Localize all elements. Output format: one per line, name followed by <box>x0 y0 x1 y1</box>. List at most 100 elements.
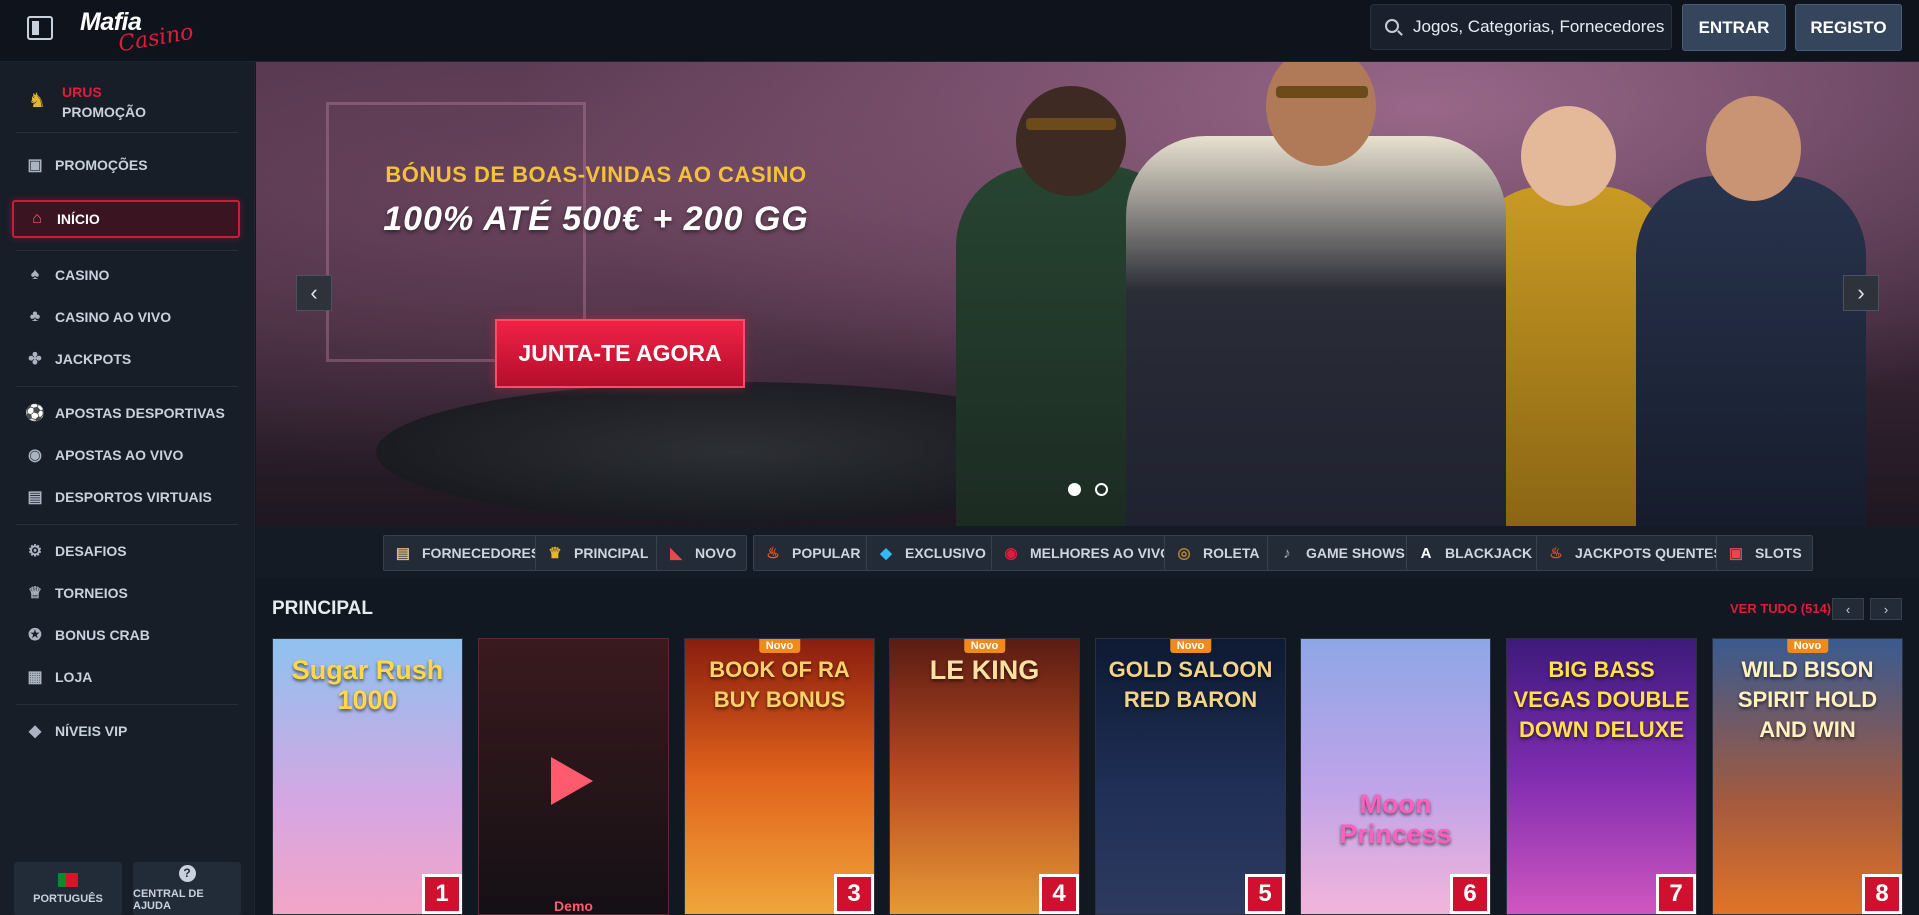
category-popular[interactable]: ♨ POPULAR <box>753 535 872 571</box>
sidebar-item-niveis-vip[interactable]: ◆ NÍVEIS VIP <box>12 712 240 750</box>
sidebar-item-inicio[interactable]: ⌂ INÍCIO <box>12 200 240 238</box>
category-fornecedores[interactable]: ▤ FORNECEDORES <box>383 535 552 571</box>
sidebar-item-bonus-crab[interactable]: ✪ BONUS CRAB <box>12 616 240 654</box>
sidebar-toggle-icon[interactable] <box>27 16 53 40</box>
sidebar-item-desportos-virtuais[interactable]: ▤ DESPORTOS VIRTUAIS <box>12 478 240 516</box>
category-novo[interactable]: ◣ NOVO <box>656 535 748 571</box>
demo-label[interactable]: Demo <box>479 898 668 914</box>
sidebar-item-label: LOJA <box>55 669 93 685</box>
game-rank: 7 <box>1656 874 1696 914</box>
hero-text: BÓNUS DE BOAS-VINDAS AO CASINO 100% ATÉ … <box>326 162 866 239</box>
football-icon: ⚽ <box>25 405 45 422</box>
game-title: LE KING <box>929 655 1040 685</box>
hero-character <box>1636 96 1866 526</box>
game-rank: 5 <box>1245 874 1285 914</box>
game-card[interactable]: Sugar Rush 1000 1 <box>272 638 463 915</box>
new-badge: Novo <box>963 639 1006 653</box>
category-game-shows[interactable]: ♪ GAME SHOWS <box>1267 535 1416 571</box>
sidebar-item-label: DESPORTOS VIRTUAIS <box>55 489 212 505</box>
category-exclusivo[interactable]: ◆ EXCLUSIVO <box>866 535 997 571</box>
slot-icon: ▣ <box>1728 545 1744 562</box>
chip-icon: ◉ <box>1004 545 1018 562</box>
sidebar-item-desafios[interactable]: ⚙ DESAFIOS <box>12 532 240 570</box>
microphone-icon: ♪ <box>1283 544 1291 562</box>
login-button[interactable]: ENTRAR <box>1682 4 1786 51</box>
game-card[interactable]: Demo <box>478 638 669 915</box>
promo-title: URUS <box>62 84 102 100</box>
sidebar-item-label: PROMOÇÕES <box>55 157 148 173</box>
category-label: NOVO <box>695 545 737 561</box>
category-slots[interactable]: ▣ SLOTS <box>1716 535 1813 571</box>
game-rank: 4 <box>1039 874 1079 914</box>
sidebar-divider <box>16 704 238 705</box>
hero-prev-arrow-icon[interactable]: ‹ <box>296 275 332 311</box>
spade-icon: ♠ <box>30 266 40 283</box>
virtual-icon: ▤ <box>27 489 43 506</box>
game-title: GOLD SALOON RED BARON <box>1108 657 1273 712</box>
gear-icon: ⚙ <box>27 543 43 560</box>
logo[interactable]: Mafia Casino <box>78 6 195 57</box>
category-principal[interactable]: ♛ PRINCIPAL <box>535 535 660 571</box>
diamond-icon: ◆ <box>28 723 42 740</box>
register-button[interactable]: REGISTO <box>1795 4 1902 51</box>
sidebar-item-label: INÍCIO <box>57 211 100 227</box>
sidebar-promo[interactable]: ♞ URUS PROMOÇÃO <box>24 78 244 124</box>
game-title: WILD BISON SPIRIT HOLD AND WIN <box>1737 657 1878 742</box>
search-box[interactable] <box>1370 4 1672 50</box>
category-jackpots-quentes[interactable]: ♨ JACKPOTS QUENTES <box>1536 535 1734 571</box>
sidebar-item-casino-ao-vivo[interactable]: ♣ CASINO AO VIVO <box>12 298 240 336</box>
play-icon <box>551 757 593 805</box>
help-icon: ? <box>178 865 196 882</box>
see-all-link[interactable]: VER TUDO (514) <box>1730 601 1831 616</box>
category-roleta[interactable]: ◎ ROLETA <box>1164 535 1271 571</box>
category-label: SLOTS <box>1755 545 1802 561</box>
games-prev-arrow-icon[interactable]: ‹ <box>1832 598 1864 620</box>
sidebar-item-apostas-ao-vivo[interactable]: ◉ APOSTAS AO VIVO <box>12 436 240 474</box>
game-card[interactable]: Moon Princess 6 <box>1300 638 1491 915</box>
sidebar-item-label: BONUS CRAB <box>55 627 150 643</box>
top-bar: Mafia Casino ENTRAR REGISTO <box>0 0 1919 62</box>
games-next-arrow-icon[interactable]: › <box>1870 598 1902 620</box>
crab-icon: ✪ <box>28 627 42 644</box>
sidebar-item-apostas-desportivas[interactable]: ⚽ APOSTAS DESPORTIVAS <box>12 394 240 432</box>
card-icon: A <box>1420 544 1432 562</box>
game-card[interactable]: BIG BASS VEGAS DOUBLE DOWN DELUXE 7 <box>1506 638 1697 915</box>
sidebar-item-casino[interactable]: ♠ CASINO <box>12 256 240 294</box>
help-center-button[interactable]: ? CENTRAL DE AJUDA <box>133 862 241 915</box>
clover-icon: ✤ <box>28 351 42 368</box>
new-badge: Novo <box>1786 639 1829 653</box>
search-input[interactable] <box>1411 5 1666 49</box>
hero-character <box>1126 62 1506 526</box>
shop-icon: ▦ <box>27 669 43 686</box>
hero-next-arrow-icon[interactable]: › <box>1843 275 1879 311</box>
help-label: CENTRAL DE AJUDA <box>133 888 204 912</box>
sidebar-item-label: TORNEIOS <box>55 585 128 601</box>
sidebar-divider <box>16 386 238 387</box>
category-melhores-ao-vivo[interactable]: ◉ MELHORES AO VIVO <box>991 535 1183 571</box>
sidebar-divider <box>16 524 238 525</box>
hero-banner[interactable]: BÓNUS DE BOAS-VINDAS AO CASINO 100% ATÉ … <box>256 62 1919 526</box>
sidebar-item-jackpots[interactable]: ✤ JACKPOTS <box>12 340 240 378</box>
game-rank: 3 <box>834 874 874 914</box>
category-bar: ▤ FORNECEDORES ♛ PRINCIPAL ◣ NOVO ♨ POPU… <box>256 526 1919 578</box>
category-label: FORNECEDORES <box>422 545 541 561</box>
category-label: EXCLUSIVO <box>905 545 986 561</box>
game-card[interactable]: Novo WILD BISON SPIRIT HOLD AND WIN 8 <box>1712 638 1903 915</box>
game-card[interactable]: Novo LE KING 4 <box>889 638 1080 915</box>
category-blackjack[interactable]: A BLACKJACK <box>1406 535 1544 571</box>
game-card[interactable]: Novo GOLD SALOON RED BARON 5 <box>1095 638 1286 915</box>
sidebar-item-label: NÍVEIS VIP <box>55 723 128 739</box>
language-selector[interactable]: PORTUGUÊS <box>14 862 122 915</box>
category-label: BLACKJACK <box>1445 545 1533 561</box>
sidebar-item-promocoes[interactable]: ▣ PROMOÇÕES <box>12 146 240 184</box>
carousel-dot-active[interactable] <box>1068 483 1081 496</box>
join-now-button[interactable]: JUNTA-TE AGORA <box>495 319 745 388</box>
carousel-dot[interactable] <box>1095 483 1108 496</box>
sidebar-item-loja[interactable]: ▦ LOJA <box>12 658 240 696</box>
category-label: GAME SHOWS <box>1306 545 1405 561</box>
sidebar-item-torneios[interactable]: ♕ TORNEIOS <box>12 574 240 612</box>
provider-icon: ▤ <box>395 545 411 562</box>
sidebar-item-label: CASINO <box>55 267 110 283</box>
trophy-icon: ♕ <box>27 585 43 602</box>
game-card[interactable]: Novo BOOK OF RA BUY BONUS 3 <box>684 638 875 915</box>
